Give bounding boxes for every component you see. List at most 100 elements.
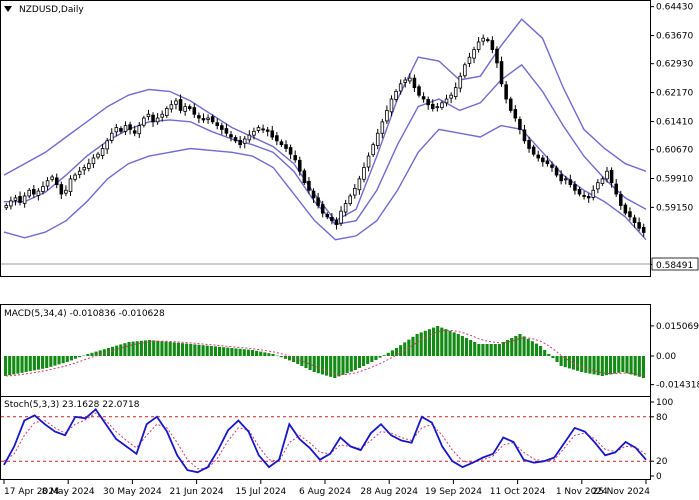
candle-body: [563, 178, 568, 181]
macd-histogram-bar: [69, 356, 73, 361]
candle-body: [463, 64, 467, 77]
macd-histogram-bar: [345, 356, 349, 374]
macd-histogram-bar: [24, 356, 28, 372]
macd-histogram-bar: [316, 356, 320, 374]
candle-body: [293, 155, 297, 161]
macd-histogram-bar: [168, 342, 172, 356]
candle-body: [412, 77, 417, 89]
macd-histogram-bar: [61, 356, 65, 364]
candle-body: [554, 167, 559, 176]
macd-histogram-bar: [238, 348, 242, 356]
macd-histogram-bar: [497, 344, 501, 356]
macd-histogram-bar: [86, 354, 90, 356]
candle-body: [499, 61, 504, 85]
candle-body: [91, 157, 96, 165]
macd-histogram-bar: [176, 342, 180, 356]
candle-body: [559, 174, 563, 182]
macd-histogram-bar: [576, 356, 580, 371]
candle-body: [573, 184, 577, 191]
candle-body: [100, 148, 105, 156]
candle-body: [440, 102, 444, 108]
macd-histogram-bar: [209, 346, 213, 356]
candle-body: [297, 159, 302, 172]
macd-histogram-bar: [522, 336, 526, 356]
macd-histogram-bar: [300, 356, 304, 366]
macd-histogram-bar: [543, 350, 547, 356]
candle-body: [486, 39, 490, 41]
candle-body: [160, 113, 164, 118]
price-tick-label: 0.64430: [656, 3, 693, 13]
macd-histogram-bar: [98, 350, 102, 356]
macd-histogram-bar: [456, 334, 460, 356]
macd-histogram-bar: [452, 332, 456, 356]
candle-body: [513, 109, 518, 119]
candle-body: [36, 190, 41, 196]
candle-body: [619, 194, 623, 206]
macd-histogram-bar: [41, 356, 45, 369]
candle-body: [279, 141, 284, 146]
macd-histogram-bar: [415, 334, 419, 356]
macd-histogram-bar: [617, 356, 621, 373]
price-axis: 0.64430 0.63670 0.62930 0.62170 0.61410 0.606…: [650, 3, 693, 270]
candle-body: [490, 40, 495, 51]
macd-histogram-bar: [604, 356, 608, 376]
candle-body: [183, 106, 187, 112]
candle-body: [403, 79, 408, 83]
candle-body: [119, 128, 123, 132]
macd-histogram-bar: [45, 356, 49, 368]
candle-body: [389, 98, 394, 113]
macd-histogram-bar: [432, 327, 436, 356]
macd-histogram-bar: [448, 330, 452, 356]
macd-histogram-bar: [641, 356, 645, 378]
macd-histogram-bar: [230, 348, 234, 356]
candle-body: [59, 184, 64, 195]
macd-histogram-bar: [370, 356, 374, 362]
macd-histogram-bar: [477, 344, 481, 356]
candle-body: [330, 216, 334, 222]
bollinger-bands: [3, 18, 647, 241]
macd-histogram-bar: [584, 356, 588, 373]
candle-body: [201, 118, 206, 121]
candle-body: [348, 195, 353, 204]
macd-histogram-bar: [469, 340, 473, 356]
candle-body: [508, 98, 513, 111]
macd-histogram-bar: [201, 345, 205, 356]
macd-tick-label: 0.00: [656, 352, 676, 362]
macd-histogram-bar: [246, 349, 250, 356]
candle-body: [577, 188, 582, 195]
macd-histogram-bar: [90, 352, 94, 356]
candle-body: [229, 134, 233, 138]
bollinger-lower-line: [3, 124, 647, 241]
candle-body: [187, 106, 192, 109]
candle-body: [87, 163, 91, 169]
macd-histogram-bar: [263, 352, 267, 356]
candle-body: [421, 96, 426, 100]
candle-body: [531, 146, 536, 155]
macd-histogram-bar: [362, 356, 366, 366]
candle-body: [151, 114, 155, 123]
candle-body: [582, 195, 586, 197]
candle-body: [275, 135, 279, 142]
candle-body: [302, 170, 307, 184]
macd-histogram-bar: [250, 350, 255, 356]
macd-histogram-bar: [567, 356, 571, 369]
macd-histogram-bar: [180, 343, 185, 356]
macd-histogram-bar: [308, 356, 312, 370]
macd-histogram: [4, 326, 645, 378]
candle-body: [623, 204, 628, 214]
candle-body: [609, 169, 614, 184]
candle-body: [307, 180, 311, 191]
candle-body: [591, 189, 596, 198]
candle-body: [334, 219, 339, 225]
macd-axis: 0.015069 0.00 -0.014318: [650, 322, 699, 391]
date-axis: 17 Apr 20248 May 2024 30 May 2024 21 Jun 2…: [3, 480, 650, 497]
date-tick-label: 15 Jul 2024: [235, 487, 286, 497]
stoch-tick-label: 80: [656, 413, 668, 423]
macd-histogram-bar: [625, 356, 629, 374]
candle-body: [155, 117, 160, 123]
stoch-d-line: [3, 412, 647, 470]
candle-body: [105, 140, 109, 150]
macd-histogram-bar: [189, 344, 193, 356]
candle-body: [27, 189, 32, 197]
candle-body: [13, 197, 18, 201]
